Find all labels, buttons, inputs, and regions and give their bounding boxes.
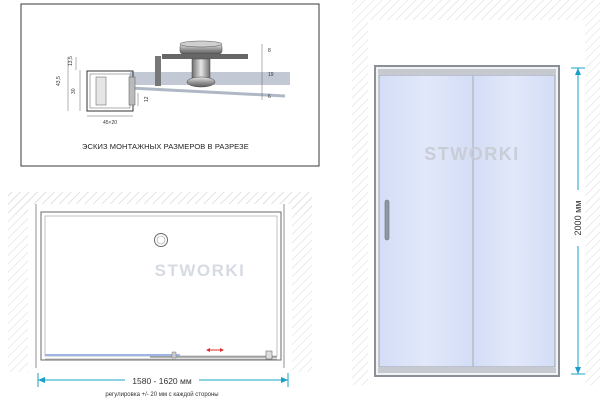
product-drawing-sheet: 43,5 13,5 30 12 45×20 8 19 6 ЭСКИЗ МОНТА… [8, 0, 600, 398]
door-handle [384, 199, 390, 241]
roller-wheel [191, 58, 211, 80]
dim-45x20: 45×20 [103, 120, 117, 126]
dim-30: 30 [71, 88, 77, 94]
dim-13-5: 13,5 [68, 56, 74, 66]
roller-bracket [162, 54, 248, 59]
section-sketch-panel: 43,5 13,5 30 12 45×20 8 19 6 ЭСКИЗ МОНТА… [20, 3, 320, 167]
dim-12: 12 [144, 96, 150, 102]
section-caption: ЭСКИЗ МОНТАЖНЫХ РАЗМЕРОВ В РАЗРЕЗЕ [82, 142, 249, 151]
sliding-door-panel [378, 74, 474, 368]
plan-view-panel: 1580 - 1620 мм регулировка +/- 20 мм с к… [8, 192, 312, 398]
dim-19: 19 [268, 72, 274, 78]
brand-watermark-door: STWORKI [424, 144, 520, 164]
height-label: 2000 мм [573, 201, 583, 236]
fixed-glass-panel [472, 74, 556, 368]
brand-watermark-plan: STWORKI [155, 261, 246, 280]
adjustment-note: регулировка +/- 20 мм с каждой стороны [105, 391, 218, 398]
elevation-panel: 2000 мм [352, 0, 600, 385]
width-label: 1580 - 1620 мм [132, 376, 192, 386]
dim-43-5: 43,5 [56, 76, 62, 86]
drain-icon [154, 233, 168, 247]
dim-6: 6 [268, 94, 271, 100]
dim-8: 8 [268, 48, 271, 54]
